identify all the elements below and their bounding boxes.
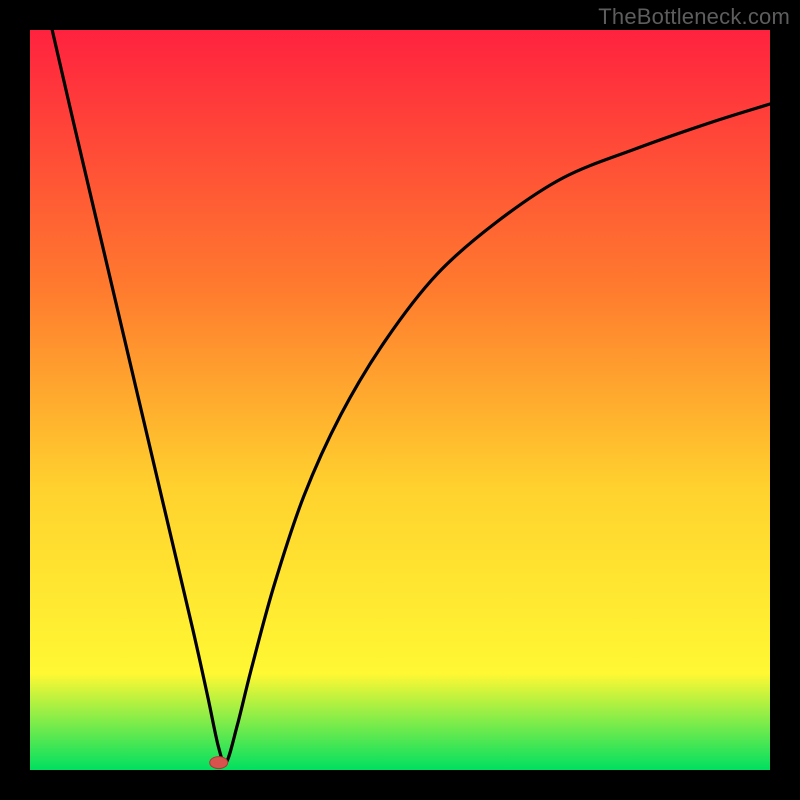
- bottleneck-plot: [0, 0, 800, 800]
- chart-frame: TheBottleneck.com: [0, 0, 800, 800]
- optimal-marker: [210, 757, 228, 769]
- watermark-text: TheBottleneck.com: [598, 4, 790, 30]
